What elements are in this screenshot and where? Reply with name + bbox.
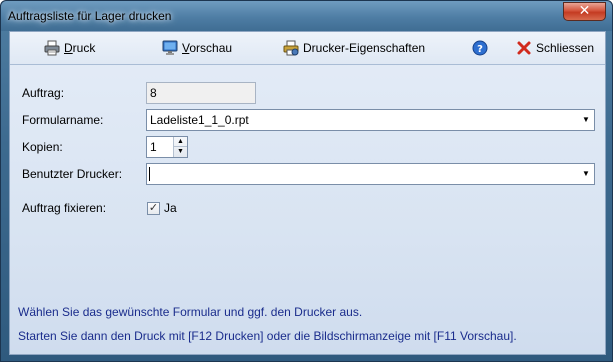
copies-spinner[interactable]: ▲ ▼	[173, 137, 187, 157]
form-name-label: Formularname:	[22, 113, 104, 127]
order-label: Auftrag:	[22, 86, 65, 100]
text-caret	[149, 167, 150, 181]
print-button[interactable]: Druck	[44, 39, 95, 57]
printer-label: Benutzter Drucker:	[22, 167, 123, 181]
help-button[interactable]: ?	[472, 39, 492, 57]
close-icon	[516, 40, 532, 56]
print-dialog-window: Auftragsliste für Lager drucken ✕ Druck	[0, 0, 613, 362]
printer-settings-icon	[283, 40, 299, 56]
fix-order-checkbox[interactable]: ✓	[147, 202, 160, 215]
help-icon: ?	[472, 40, 488, 56]
info-line-2: Starten Sie dann den Druck mit [F12 Druc…	[18, 329, 517, 343]
dialog-client-area: Druck Vorschau Drucker-Eigenschaften ? S…	[9, 31, 606, 355]
fix-order-label: Auftrag fixieren:	[22, 201, 107, 215]
chevron-down-icon[interactable]: ▼	[578, 110, 594, 130]
checkmark-icon: ✓	[148, 202, 159, 214]
spin-up-icon[interactable]: ▲	[174, 137, 187, 147]
copies-stepper[interactable]: 1 ▲ ▼	[146, 136, 188, 158]
preview-label: Vorschau	[182, 41, 233, 55]
printer-properties-button[interactable]: Drucker-Eigenschaften	[283, 39, 425, 57]
copies-label: Kopien:	[22, 140, 63, 154]
form-name-dropdown[interactable]: Ladeliste1_1_0.rpt ▼	[146, 109, 595, 131]
form-name-value: Ladeliste1_1_0.rpt	[150, 113, 249, 127]
monitor-icon	[162, 40, 178, 56]
close-icon: ✕	[578, 3, 591, 19]
window-title: Auftragsliste für Lager drucken	[8, 9, 172, 23]
spin-down-icon[interactable]: ▼	[174, 147, 187, 157]
chevron-down-icon[interactable]: ▼	[578, 164, 594, 184]
copies-value: 1	[150, 140, 157, 154]
info-line-1: Wählen Sie das gewünschte Formular und g…	[18, 305, 363, 319]
close-button[interactable]: Schliessen	[516, 39, 594, 57]
toolbar: Druck Vorschau Drucker-Eigenschaften ? S…	[10, 32, 605, 65]
print-label: Druck	[64, 41, 96, 55]
order-value: 8	[150, 86, 157, 100]
preview-button[interactable]: Vorschau	[162, 39, 232, 57]
printer-dropdown[interactable]: ▼	[146, 163, 595, 185]
order-field: 8	[146, 82, 256, 104]
window-close-button[interactable]: ✕	[563, 2, 606, 21]
svg-text:?: ?	[477, 44, 483, 55]
fix-order-option-label[interactable]: Ja	[164, 201, 177, 215]
title-bar[interactable]: Auftragsliste für Lager drucken ✕	[1, 1, 612, 31]
printer-properties-label: Drucker-Eigenschaften	[303, 41, 426, 55]
printer-icon	[44, 40, 60, 56]
close-label: Schliessen	[536, 41, 595, 55]
